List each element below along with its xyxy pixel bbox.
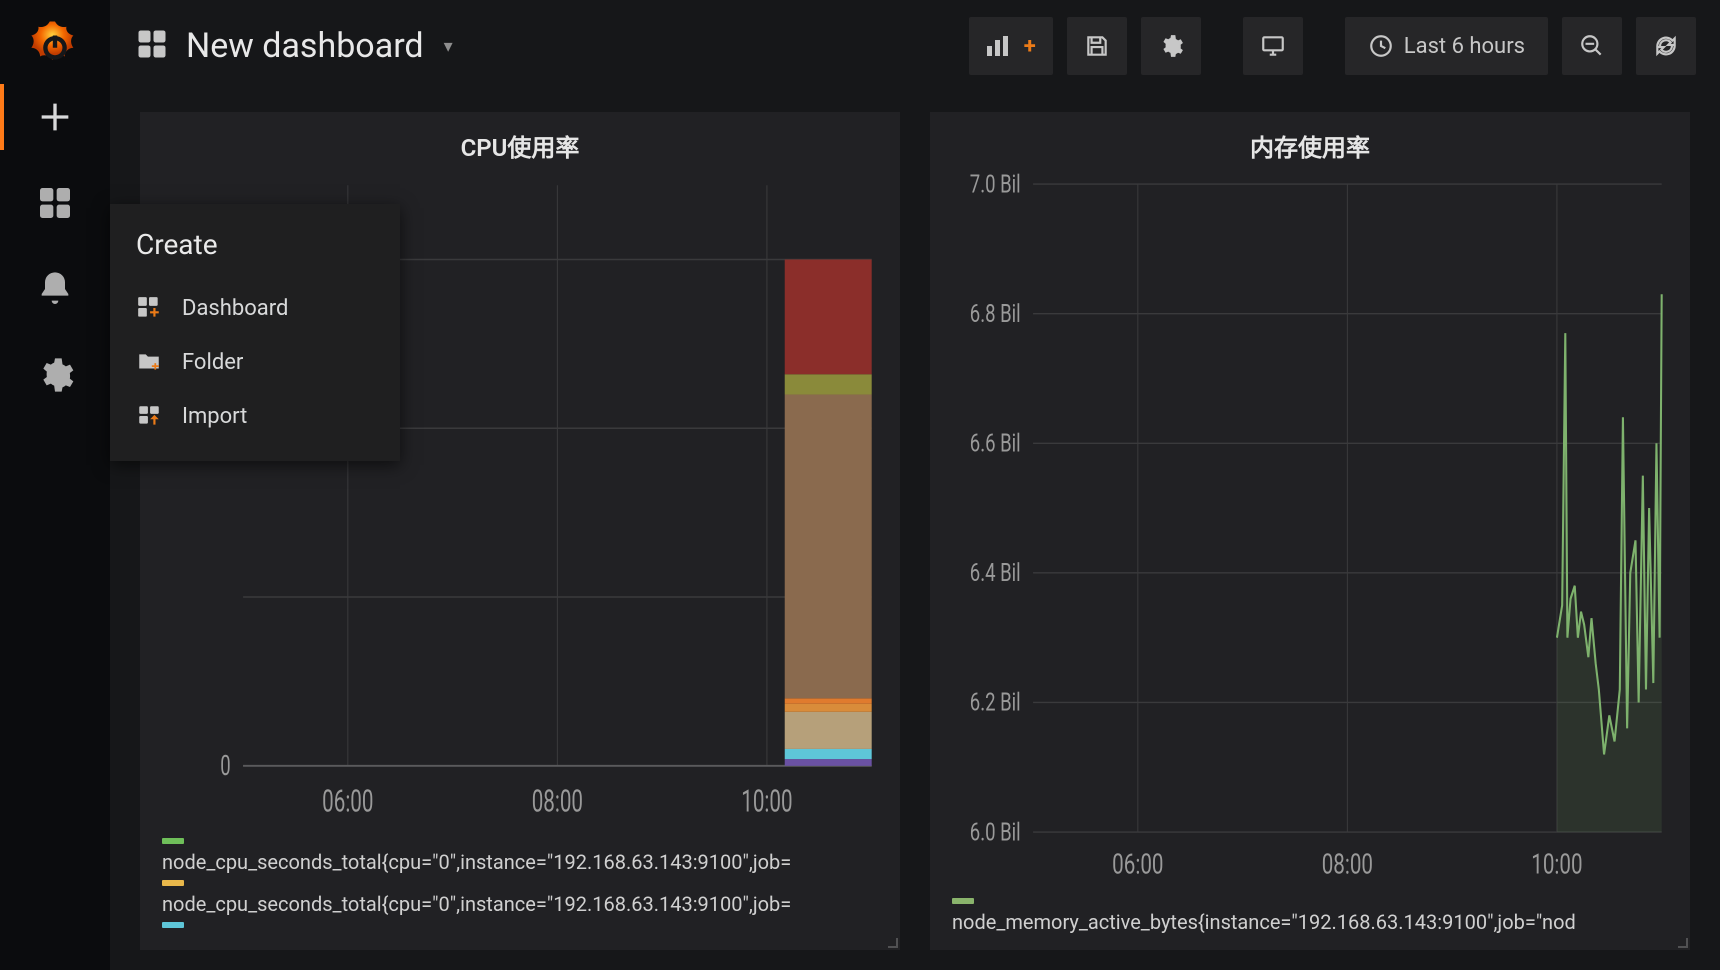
time-range-button[interactable]: Last 6 hours <box>1345 17 1548 75</box>
dashboard-title-block[interactable]: New dashboard ▾ <box>134 26 453 66</box>
settings-button[interactable] <box>1141 17 1201 75</box>
legend-swatch <box>162 838 184 844</box>
create-flyout: Create Dashboard Folder Import <box>110 204 400 461</box>
panel-memory-legend: node_memory_active_bytes{instance="192.1… <box>930 890 1690 944</box>
legend-swatch <box>162 880 184 886</box>
resize-handle[interactable] <box>1674 934 1688 948</box>
monitor-icon <box>1260 33 1286 59</box>
svg-text:10:00: 10:00 <box>741 785 792 820</box>
create-folder-label: Folder <box>182 350 243 375</box>
svg-text:6.8 Bil: 6.8 Bil <box>970 300 1021 328</box>
dashboard-icon <box>134 26 170 66</box>
legend-item[interactable] <box>162 922 880 934</box>
chevron-down-icon: ▾ <box>444 36 453 57</box>
gear-icon <box>1158 33 1184 59</box>
folder-plus-icon <box>136 349 162 375</box>
zoom-out-icon <box>1579 33 1605 59</box>
sidebar <box>0 0 110 970</box>
cycle-view-button[interactable] <box>1243 17 1303 75</box>
legend-swatch <box>952 898 974 904</box>
add-panel-button[interactable]: + <box>969 17 1053 75</box>
save-button[interactable] <box>1067 17 1127 75</box>
create-import-label: Import <box>182 404 247 429</box>
legend-label: node_cpu_seconds_total{cpu="0",instance=… <box>162 850 880 874</box>
legend-label: node_cpu_seconds_total{cpu="0",instance=… <box>162 892 880 916</box>
panel-memory-chart: 6.0 Bil 6.2 Bil 6.4 Bil 6.6 Bil 6.8 Bil 7.0 B… <box>930 173 1690 890</box>
refresh-button[interactable] <box>1636 17 1696 75</box>
main: New dashboard ▾ + Last 6 hours <box>110 0 1720 970</box>
sidebar-alerting-button[interactable] <box>0 246 110 332</box>
sidebar-dashboards-button[interactable] <box>0 160 110 246</box>
legend-swatch <box>162 922 184 928</box>
grafana-logo[interactable] <box>27 18 83 74</box>
topbar: New dashboard ▾ + Last 6 hours <box>110 0 1720 92</box>
svg-text:06:00: 06:00 <box>1112 847 1163 880</box>
svg-text:6.6 Bil: 6.6 Bil <box>970 430 1021 458</box>
import-icon <box>136 403 162 429</box>
legend-item[interactable]: node_memory_active_bytes{instance="192.1… <box>952 898 1670 934</box>
legend-label: node_memory_active_bytes{instance="192.1… <box>952 910 1670 934</box>
refresh-icon <box>1653 33 1679 59</box>
panel-memory-title: 内存使用率 <box>930 122 1690 173</box>
svg-text:6.0 Bil: 6.0 Bil <box>970 819 1021 847</box>
resize-handle[interactable] <box>884 934 898 948</box>
dashboard-plus-icon <box>136 295 162 321</box>
plus-icon: + <box>1024 34 1036 59</box>
svg-text:6.2 Bil: 6.2 Bil <box>970 689 1021 717</box>
clock-icon <box>1368 33 1394 59</box>
svg-text:08:00: 08:00 <box>532 785 583 820</box>
svg-text:08:00: 08:00 <box>1322 847 1373 880</box>
create-import-item[interactable]: Import <box>110 389 400 443</box>
svg-text:6.4 Bil: 6.4 Bil <box>970 560 1021 588</box>
sidebar-create-button[interactable] <box>0 74 110 160</box>
panel-memory[interactable]: 内存使用率 6.0 Bil 6.2 Bil 6.4 Bil 6.6 Bil 6.8 Bi… <box>930 112 1690 950</box>
dashboard-title: New dashboard <box>186 26 424 66</box>
panel-cpu-legend: node_cpu_seconds_total{cpu="0",instance=… <box>140 830 900 944</box>
create-folder-item[interactable]: Folder <box>110 335 400 389</box>
create-flyout-title: Create <box>110 218 400 281</box>
legend-item[interactable]: node_cpu_seconds_total{cpu="0",instance=… <box>162 838 880 874</box>
svg-text:10:00: 10:00 <box>1531 847 1582 880</box>
create-dashboard-label: Dashboard <box>182 296 288 321</box>
legend-item[interactable]: node_cpu_seconds_total{cpu="0",instance=… <box>162 880 880 916</box>
create-dashboard-item[interactable]: Dashboard <box>110 281 400 335</box>
svg-text:7.0 Bil: 7.0 Bil <box>970 173 1021 199</box>
svg-text:0: 0 <box>220 749 230 782</box>
save-icon <box>1084 33 1110 59</box>
sidebar-configuration-button[interactable] <box>0 332 110 418</box>
zoom-out-button[interactable] <box>1562 17 1622 75</box>
svg-text:06:00: 06:00 <box>322 785 373 820</box>
time-range-label: Last 6 hours <box>1404 34 1525 59</box>
panel-cpu-title: CPU使用率 <box>140 122 900 173</box>
bar-chart-icon <box>986 33 1018 59</box>
